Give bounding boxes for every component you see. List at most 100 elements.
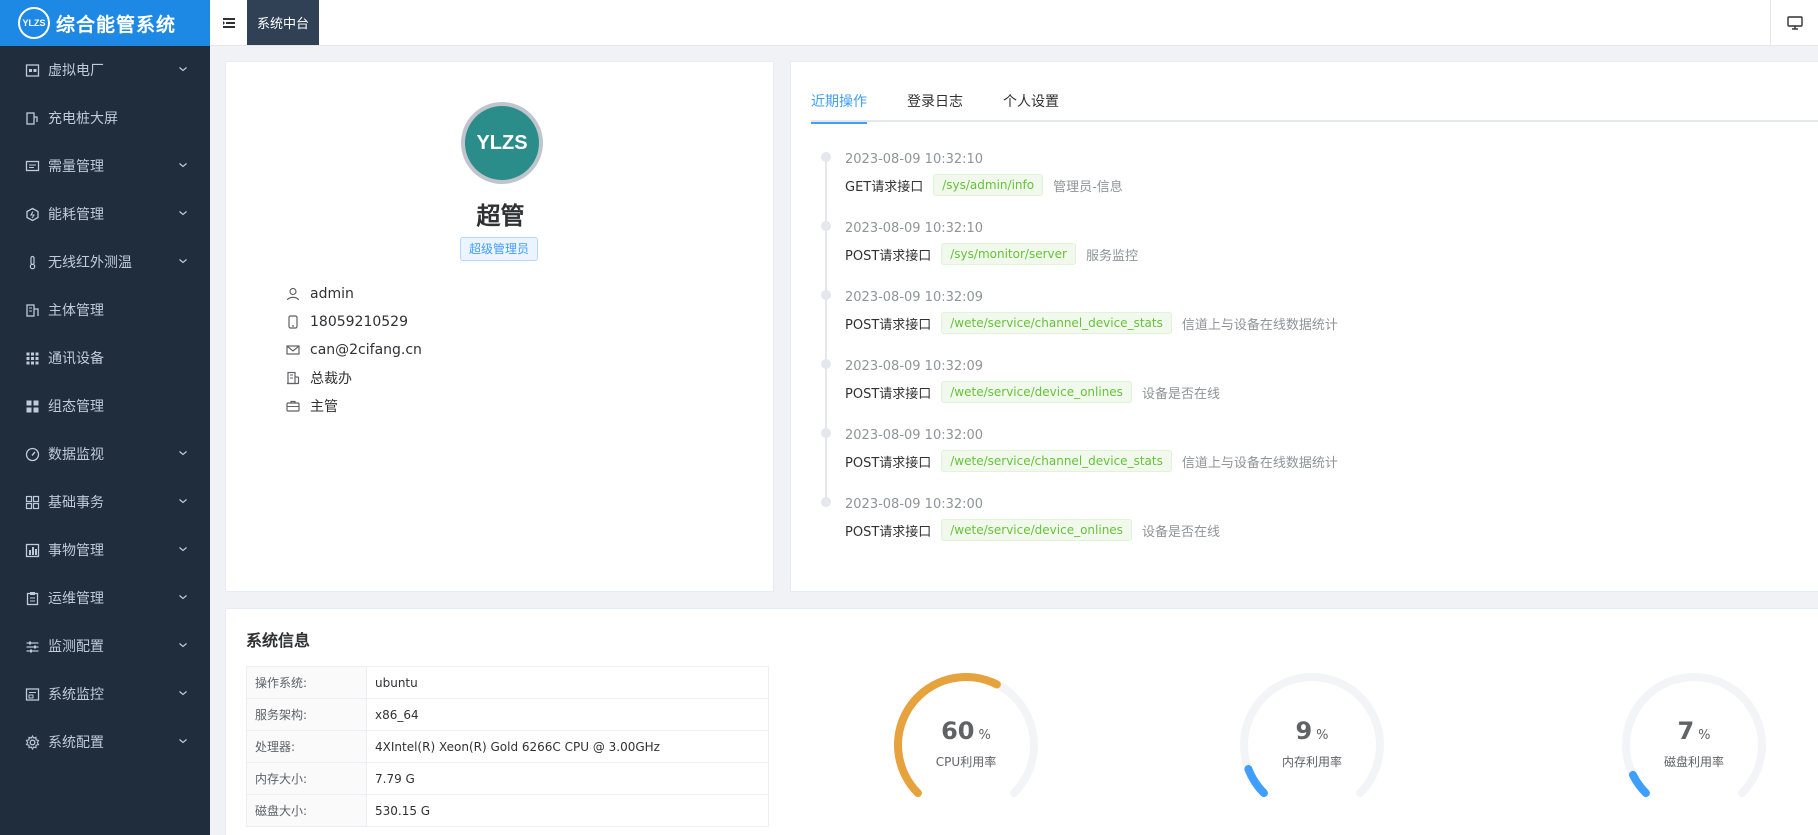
profile-card: YLZS 超管 超级管理员 admin 18059210529 can@2cif… [225, 61, 774, 592]
sidebar-item-9[interactable]: 数据监视 [0, 430, 210, 478]
sidebar-item-label: 系统监控 [48, 687, 104, 703]
sidebar-item-6[interactable]: 主体管理 [0, 286, 210, 334]
server-monitor-icon [24, 686, 40, 702]
chevron-down-icon [179, 595, 187, 600]
profile-username-row: admin [286, 280, 422, 308]
sidebar-item-12[interactable]: 运维管理 [0, 574, 210, 622]
profile-department-row: 总裁办 [286, 364, 422, 392]
table-row: 处理器: 4XIntel(R) Xeon(R) Gold 6266C CPU @ … [246, 730, 769, 763]
sidebar-item-7[interactable]: 通讯设备 [0, 334, 210, 382]
avatar[interactable]: YLZS [461, 102, 543, 184]
profile-department: 总裁办 [310, 371, 352, 387]
thermometer-icon [24, 254, 40, 270]
sidebar-item-label: 系统配置 [48, 735, 104, 751]
sidebar-item-label: 基础事务 [48, 495, 104, 511]
timeline-dot [821, 497, 831, 507]
gauge-svg [1622, 673, 1766, 798]
timeline-dot [821, 221, 831, 231]
timeline-time: 2023-08-09 10:32:00 [845, 497, 984, 512]
timeline-time: 2023-08-09 10:32:10 [845, 152, 984, 167]
sidebar-item-label: 虚拟电厂 [48, 63, 104, 79]
sidebar-item-label: 事物管理 [48, 543, 104, 559]
timeline-method: POST请求接口 [845, 524, 932, 540]
api-path-tag: /wete/service/device_onlines [941, 381, 1132, 403]
sidebar-item-label: 监测配置 [48, 639, 104, 655]
monitor-icon [1786, 16, 1803, 30]
clipboard-icon [24, 590, 40, 606]
sidebar-item-label: 无线红外测温 [48, 255, 132, 271]
tab-system-center[interactable]: 系统中台 [247, 0, 320, 45]
gauge-value: 9% [1232, 717, 1392, 745]
profile-email: can@2cifang.cn [310, 342, 422, 358]
sidebar-item-1[interactable]: 虚拟电厂 [0, 46, 210, 94]
gauge-label: CPU利用率 [935, 755, 997, 769]
gauge-value: 7% [1614, 717, 1774, 745]
hamburger-icon [222, 17, 235, 28]
charging-station-icon [24, 110, 40, 126]
gear-icon [24, 734, 40, 750]
sidebar-item-8[interactable]: 组态管理 [0, 382, 210, 430]
gauge-unit: % [978, 728, 991, 743]
timeline-desc: 信道上与设备在线数据统计 [1181, 317, 1338, 333]
timeline-method: POST请求接口 [845, 455, 932, 471]
timeline-body: GET请求接口/sys/admin/info 管理员-信息 [845, 174, 1801, 196]
system-info-key: 内存大小: [246, 762, 367, 795]
gauge-svg [894, 673, 1038, 798]
api-path-tag: /sys/admin/info [933, 174, 1044, 196]
apps-icon [24, 494, 40, 510]
sidebar-item-label: 主体管理 [48, 303, 104, 319]
api-path-tag: /wete/service/channel_device_stats [941, 312, 1172, 334]
timeline-item: 2023-08-09 10:32:09 POST请求接口/wete/service… [821, 357, 1801, 426]
system-info-table: 操作系统: ubuntu 服务架构: x86_64 处理器: 4XIntel(R) Xeo… [246, 666, 769, 827]
gauge-fill [1628, 770, 1650, 798]
system-info-value: ubuntu [366, 666, 769, 699]
system-info-key: 磁盘大小: [246, 794, 367, 827]
activity-tabs: 近期操作 登录日志 个人设置 [811, 88, 1818, 124]
timeline-body: POST请求接口/sys/monitor/server 服务监控 [845, 243, 1801, 265]
timeline-body: POST请求接口/wete/service/channel_device_sta… [845, 312, 1801, 334]
tab-login-log[interactable]: 登录日志 [907, 88, 963, 122]
sidebar-item-3[interactable]: 需量管理 [0, 142, 210, 190]
timeline-item: 2023-08-09 10:32:09 POST请求接口/wete/service… [821, 288, 1801, 357]
sidebar-item-label: 运维管理 [48, 591, 104, 607]
operation-timeline: 2023-08-09 10:32:10 GET请求接口/sys/admin/inf… [821, 150, 1801, 564]
sidebar-item-10[interactable]: 基础事务 [0, 478, 210, 526]
system-info-value: 4XIntel(R) Xeon(R) Gold 6266C CPU @ 3.00… [366, 730, 769, 763]
profile-name: 超管 [476, 202, 525, 230]
sidebar-item-4[interactable]: 能耗管理 [0, 190, 210, 238]
sidebar-menu: 虚拟电厂充电桩大屏 需量管理 能耗管理无线红外测温 主体管理通讯设备组态管理数据监视基… [0, 46, 210, 766]
chevron-down-icon [179, 499, 187, 504]
timeline-method: POST请求接口 [845, 248, 932, 264]
sidebar-item-2[interactable]: 充电桩大屏 [0, 94, 210, 142]
api-path-tag: /wete/service/device_onlines [941, 519, 1132, 541]
timeline-dot [821, 428, 831, 438]
gauge-number: 7 [1677, 717, 1695, 745]
sidebar-item-label: 组态管理 [48, 399, 104, 415]
screen-button[interactable] [1770, 0, 1818, 46]
timeline-dot [821, 359, 831, 369]
gauge-label: 内存利用率 [1281, 755, 1342, 769]
brand[interactable]: YLZS 综合能管系统 [0, 0, 210, 46]
timeline-item: 2023-08-09 10:32:00 POST请求接口/wete/service… [821, 426, 1801, 495]
system-info-key: 操作系统: [246, 666, 367, 699]
user-icon [286, 287, 300, 301]
gauge-svg [1240, 673, 1384, 798]
timeline-body: POST请求接口/wete/service/channel_device_sta… [845, 450, 1801, 472]
tab-recent-operations[interactable]: 近期操作 [811, 88, 867, 124]
sidebar-item-5[interactable]: 无线红外测温 [0, 238, 210, 286]
sidebar-item-14[interactable]: 系统监控 [0, 670, 210, 718]
profile-phone-row: 18059210529 [286, 308, 422, 336]
hamburger-button[interactable] [210, 0, 247, 45]
chevron-down-icon [179, 67, 187, 72]
sidebar-item-13[interactable]: 监测配置 [0, 622, 210, 670]
sliders-icon [24, 638, 40, 654]
timeline-desc: 设备是否在线 [1141, 524, 1220, 540]
role-tag: 超级管理员 [460, 237, 539, 261]
sidebar-item-15[interactable]: 系统配置 [0, 718, 210, 766]
gauge-unit: % [1698, 728, 1711, 743]
tab-personal-settings[interactable]: 个人设置 [1003, 88, 1059, 122]
sidebar: YLZS 综合能管系统 虚拟电厂充电桩大屏 需量管理 能耗管理无线红外测温 主体管理通… [0, 0, 210, 835]
cpu-gauge: 60% CPU利用率 [886, 665, 1046, 825]
grid-icon [24, 350, 40, 366]
sidebar-item-11[interactable]: 事物管理 [0, 526, 210, 574]
